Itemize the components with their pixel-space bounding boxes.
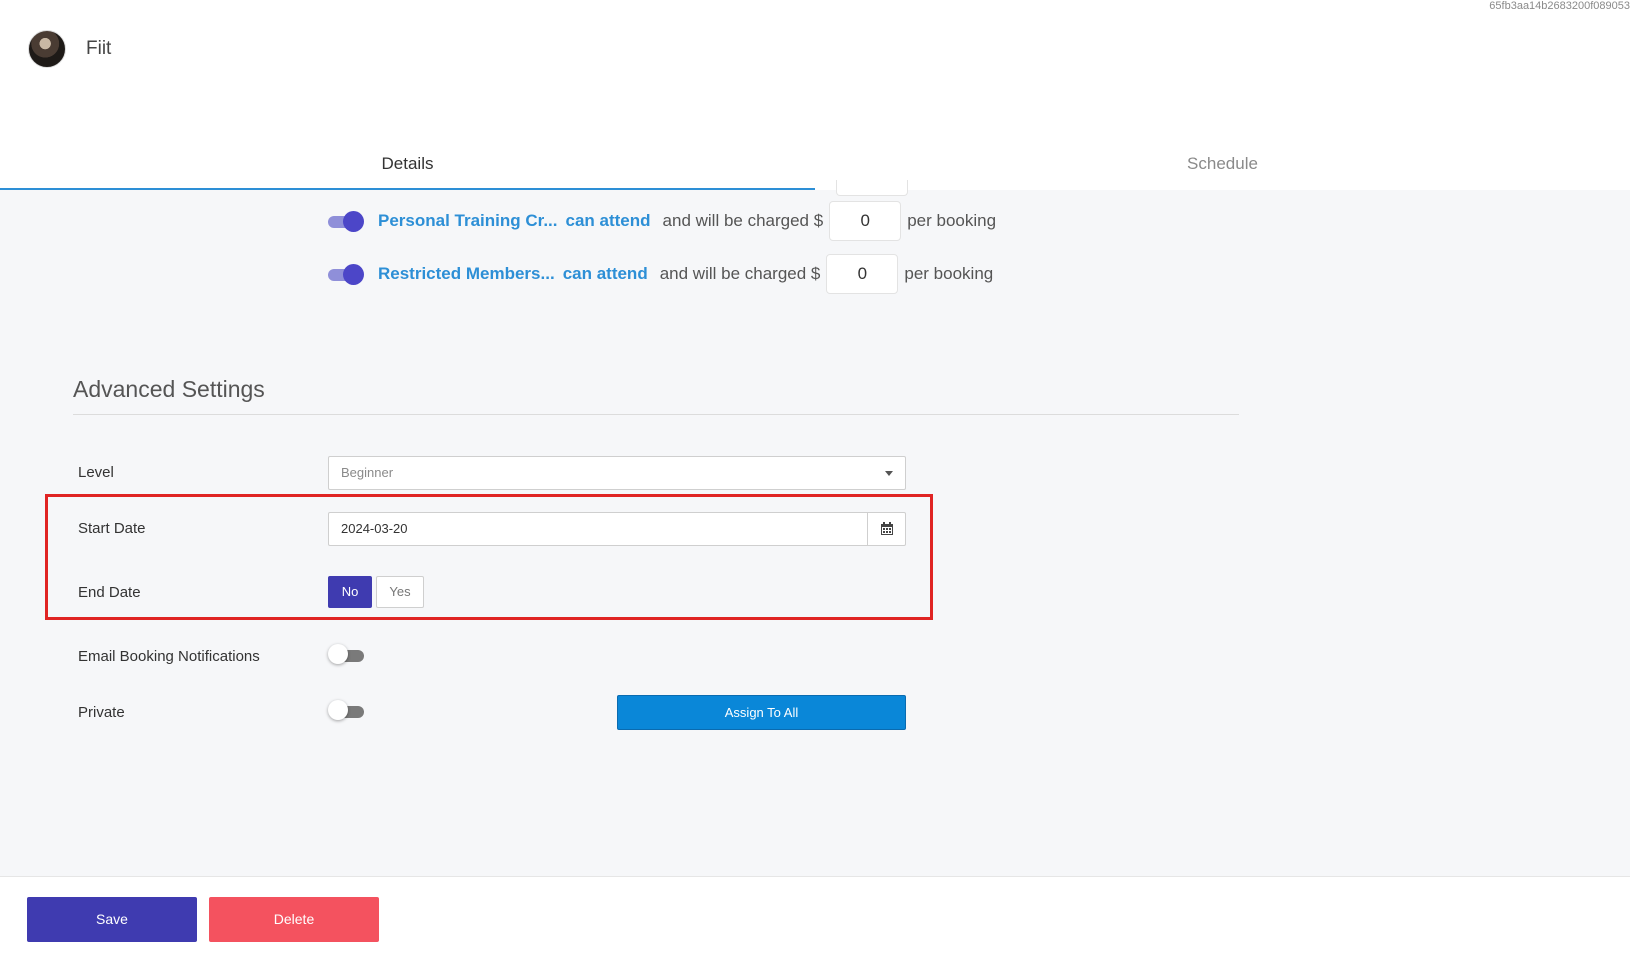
charged-text: and will be charged $ [662, 211, 824, 230]
assign-to-all-button[interactable]: Assign To All [617, 695, 906, 730]
highlight-box [45, 494, 933, 620]
level-value: Beginner [341, 465, 394, 480]
toggle-knob [328, 644, 348, 664]
level-select[interactable]: Beginner [328, 456, 906, 490]
private-label: Private [78, 704, 125, 721]
can-attend-link[interactable]: can attend [566, 211, 651, 231]
price-input[interactable]: 0 [829, 201, 902, 241]
delete-button[interactable]: Delete [209, 897, 379, 942]
save-button[interactable]: Save [27, 897, 197, 942]
toggle-knob [328, 700, 348, 720]
details-content: Personal Training Cr... can attend and w… [0, 180, 1630, 876]
can-attend-link[interactable]: can attend [563, 264, 648, 284]
toggle-knob [343, 211, 364, 232]
tab-schedule[interactable]: Schedule [815, 140, 1630, 190]
app-header: Fiit [28, 30, 111, 68]
charged-text: and will be charged $ [659, 264, 821, 283]
caret-down-icon [885, 471, 893, 476]
price-input[interactable]: 0 [826, 254, 899, 294]
email-notifications-label: Email Booking Notifications [78, 648, 260, 665]
avatar[interactable] [28, 30, 66, 68]
brand-name: Fiit [86, 38, 112, 59]
tab-details[interactable]: Details [0, 140, 815, 190]
divider [73, 414, 1239, 415]
membership-name[interactable]: Personal Training Cr... [378, 211, 558, 231]
toggle-knob [343, 264, 364, 285]
price-input-partial[interactable] [836, 180, 908, 196]
record-id: 65fb3aa14b2683200f089053 [1489, 0, 1630, 12]
level-label: Level [78, 464, 114, 481]
advanced-settings-title: Advanced Settings [73, 376, 265, 402]
access-row: Personal Training Cr... can attend and w… [328, 201, 996, 241]
email-notifications-toggle[interactable] [328, 644, 364, 666]
per-booking-text: per booking [907, 211, 997, 230]
access-toggle[interactable] [328, 263, 364, 285]
footer-bar: Save Delete [0, 876, 1630, 956]
access-toggle[interactable] [328, 210, 364, 232]
private-toggle[interactable] [328, 700, 364, 722]
access-row: Restricted Members... can attend and wil… [328, 254, 993, 294]
per-booking-text: per booking [904, 264, 994, 283]
membership-name[interactable]: Restricted Members... [378, 264, 555, 284]
tab-bar: Details Schedule [0, 140, 1630, 190]
